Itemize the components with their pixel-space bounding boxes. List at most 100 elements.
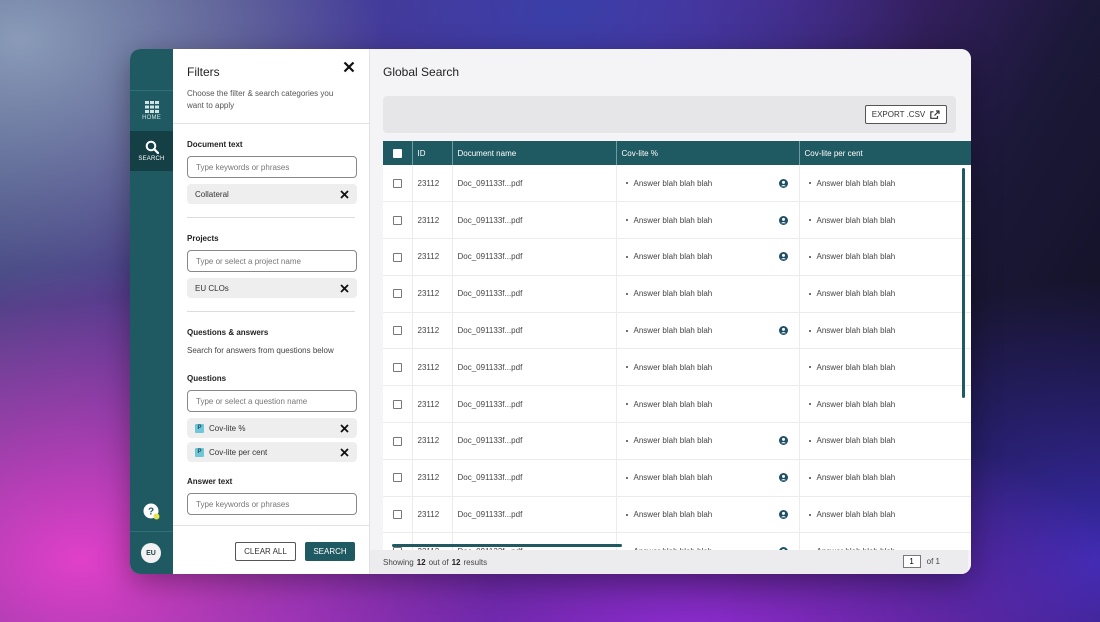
row-select-cell (383, 312, 413, 350)
search-button[interactable]: SEARCH (305, 542, 355, 561)
help-icon[interactable]: ? (143, 503, 160, 520)
row-document-name[interactable]: Doc_091133f...pdf (452, 275, 617, 313)
answer-text: Answer blah blah blah (816, 436, 896, 446)
answer: Answer blah blah blah (805, 363, 972, 372)
table-row[interactable]: 23112Doc_091133f...pdfAnswer blah blah b… (383, 385, 971, 424)
table-row[interactable]: 23112Doc_091133f...pdfAnswer blah blah b… (383, 275, 971, 313)
row-checkbox[interactable] (392, 252, 402, 262)
rail-item-search[interactable]: SEARCH (130, 131, 173, 171)
table-row[interactable]: 23112Doc_091133f...pdfAnswer blah blah b… (383, 459, 971, 497)
answer: Answer blah blah blah (622, 326, 794, 336)
answer: Answer blah blah blah (622, 473, 794, 483)
row-document-name[interactable]: Doc_091133f...pdf (452, 165, 617, 203)
remove-chip-icon[interactable] (340, 189, 349, 199)
row-document-name[interactable]: Doc_091133f...pdf (452, 532, 617, 550)
bullet (625, 292, 628, 295)
user-icon[interactable] (778, 326, 788, 336)
row-document-name[interactable]: Doc_091133f...pdf (452, 348, 617, 387)
answer-text: Answer blah blah blah (633, 436, 713, 446)
results-table-wrap[interactable]: ID Document name Cov-lite % Cov-lite per… (383, 141, 971, 550)
results-table: ID Document name Cov-lite % Cov-lite per… (383, 141, 971, 550)
remove-chip-icon[interactable] (340, 283, 349, 293)
rail-item-home[interactable]: HOME (130, 91, 173, 131)
export-csv-button[interactable]: EXPORT .CSV (865, 105, 947, 124)
bullet (808, 329, 811, 332)
user-icon[interactable] (778, 473, 788, 483)
row-checkbox[interactable] (392, 215, 402, 225)
user-icon[interactable] (778, 436, 788, 446)
document-text-input[interactable] (187, 156, 357, 178)
row-cov-lite-per-cent: Answer blah blah blah (799, 312, 971, 350)
row-document-name[interactable]: Doc_091133f...pdf (452, 238, 617, 276)
bullet (808, 182, 811, 185)
row-checkbox[interactable] (392, 473, 402, 483)
user-icon[interactable] (778, 178, 788, 188)
user-icon[interactable] (778, 510, 788, 520)
bullet (808, 476, 811, 479)
row-select-cell (383, 496, 413, 534)
status-shown-count: 12 (416, 557, 426, 567)
row-document-name[interactable]: Doc_091133f...pdf (452, 385, 617, 424)
answer: Answer blah blah blah (622, 289, 794, 298)
row-document-name[interactable]: Doc_091133f...pdf (452, 201, 617, 240)
column-header-document-name[interactable]: Document name (452, 141, 617, 165)
close-icon[interactable] (343, 61, 355, 73)
chip-label: Collateral (195, 189, 229, 199)
question-input[interactable] (187, 390, 357, 412)
user-icon[interactable] (778, 215, 788, 225)
table-row[interactable]: 23112Doc_091133f...pdf Answer blah blah b… (383, 201, 971, 240)
row-cov-lite-per-cent: Answer blah blah blah (799, 348, 972, 387)
column-header-cov-lite-per-cent[interactable]: Cov-lite per cent (799, 141, 971, 165)
vertical-scrollbar[interactable] (962, 168, 965, 398)
row-select-cell (383, 348, 413, 387)
answer-text: Answer blah blah blah (633, 252, 713, 262)
page-number-input[interactable] (902, 555, 921, 568)
document-text-chip: Collateral (187, 184, 357, 204)
row-id: 23112 (412, 422, 453, 460)
table-row[interactable]: 23112Doc_091133f...pdfAnswer blah blah b… (383, 496, 972, 534)
row-checkbox[interactable] (392, 436, 402, 446)
avatar[interactable]: EU (141, 543, 161, 563)
row-document-name[interactable]: Doc_091133f...pdf (452, 496, 617, 534)
answer-text: Answer blah blah blah (816, 399, 896, 409)
answer-text-input[interactable] (187, 493, 357, 515)
user-icon[interactable] (778, 252, 788, 262)
column-header-id[interactable]: ID (412, 141, 453, 165)
row-document-name[interactable]: Doc_091133f...pdf (452, 312, 617, 350)
table-row[interactable]: 23112Doc_091133f...pdfAnswer blah blah b… (383, 165, 972, 203)
row-document-name[interactable]: Doc_091133f...pdf (452, 459, 617, 497)
row-checkbox[interactable] (392, 399, 402, 409)
row-cov-lite-percent: Answer blah blah blah (616, 422, 800, 460)
row-checkbox[interactable] (392, 363, 402, 373)
answer: Answer blah blah blah (805, 510, 972, 519)
project-input[interactable] (187, 250, 357, 272)
table-row[interactable]: 23112Doc_091133f...pdf Answer blah blah b… (383, 422, 971, 460)
results-status-bar: Showing 12 out of 12 results of 1 (370, 550, 968, 574)
row-document-name[interactable]: Doc_091133f...pdf (452, 422, 617, 460)
table-row[interactable]: 23112Doc_091133f...pdfAnswer blah blah b… (383, 312, 971, 350)
app-window: HOME SEARCH ? EU Filters Choose the filt… (130, 49, 971, 574)
table-row[interactable]: 23112Doc_091133f...pdfAnswer blah blah b… (383, 238, 971, 276)
remove-chip-icon[interactable] (340, 447, 349, 457)
select-all-checkbox[interactable] (392, 148, 402, 158)
row-checkbox[interactable] (392, 178, 402, 188)
table-row[interactable]: 23112Doc_091133f...pdfAnswer blah blah b… (383, 532, 971, 550)
pagination: of 1 (902, 555, 940, 568)
bullet (625, 219, 628, 222)
horizontal-scrollbar[interactable] (392, 544, 622, 547)
rail-top (130, 49, 173, 91)
row-checkbox[interactable] (392, 510, 402, 520)
row-id: 23112 (412, 201, 453, 240)
table-row[interactable]: 23112Doc_091133f...pdfAnswer blah blah b… (383, 348, 972, 387)
bullet (808, 366, 811, 369)
clear-all-button[interactable]: CLEAR ALL (235, 542, 296, 561)
row-cov-lite-per-cent: Answer blah blah blah (799, 201, 971, 240)
row-checkbox[interactable] (392, 289, 402, 299)
answer-text: Answer blah blah blah (633, 399, 713, 409)
table-header-row: ID Document name Cov-lite % Cov-lite per… (383, 141, 971, 165)
column-header-cov-lite-percent[interactable]: Cov-lite % (616, 141, 800, 165)
answer: Answer blah blah blah (805, 179, 972, 188)
row-checkbox[interactable] (392, 326, 402, 336)
remove-chip-icon[interactable] (340, 423, 349, 433)
bullet (625, 403, 628, 406)
